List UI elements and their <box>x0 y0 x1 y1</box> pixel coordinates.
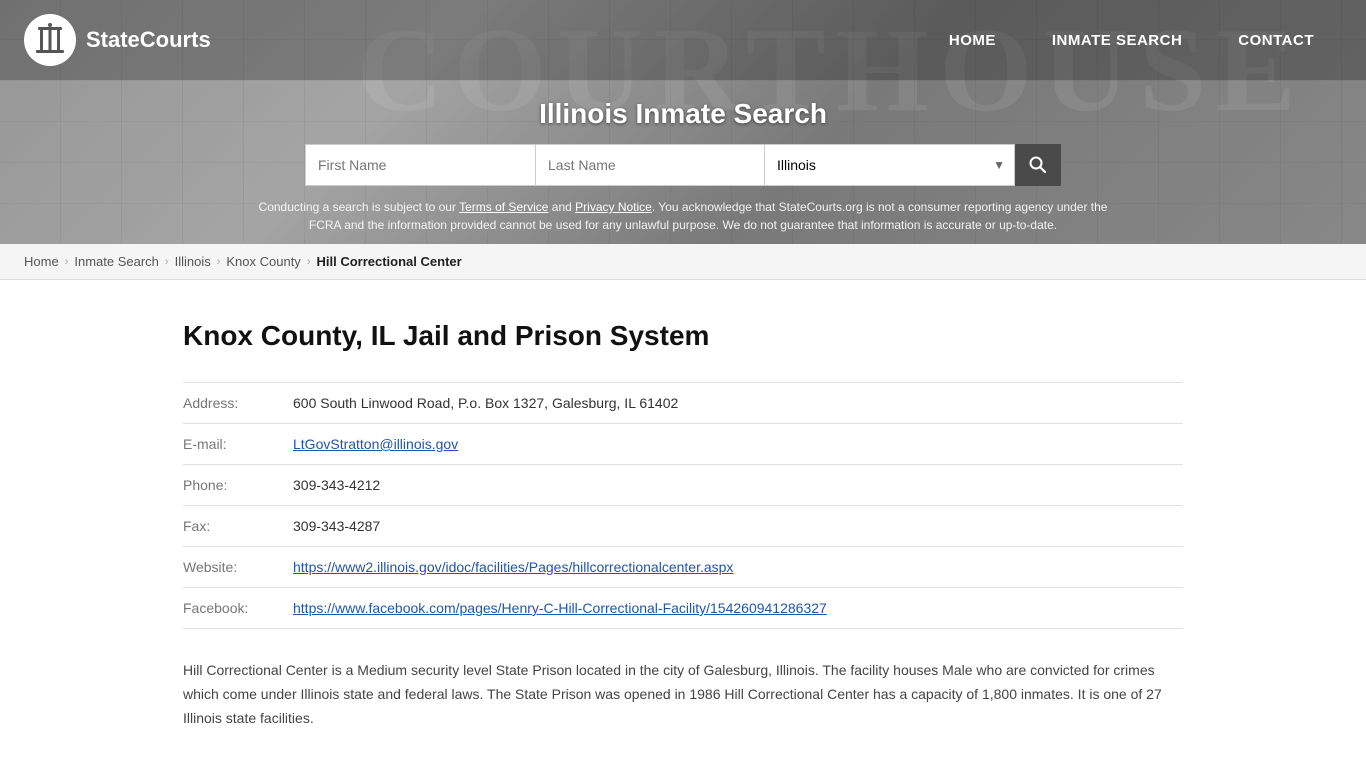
facility-description: Hill Correctional Center is a Medium sec… <box>183 659 1183 730</box>
fax-label: Fax: <box>183 506 293 547</box>
facility-info-table: Address: 600 South Linwood Road, P.o. Bo… <box>183 382 1183 629</box>
phone-label: Phone: <box>183 465 293 506</box>
state-select-wrap: Select State Alabama Alaska Arizona Arka… <box>765 144 1015 186</box>
breadcrumb-hill-correctional: Hill Correctional Center <box>316 254 461 269</box>
phone-row: Phone: 309-343-4212 <box>183 465 1183 506</box>
hero-section: COURTHOUSE StateCourts HOME INMATE SEARC… <box>0 0 1366 244</box>
first-name-input[interactable] <box>305 144 535 186</box>
breadcrumb-sep-3: › <box>217 256 221 268</box>
navbar: StateCourts HOME INMATE SEARCH CONTACT <box>0 0 1366 80</box>
nav-links: HOME INMATE SEARCH CONTACT <box>921 0 1342 80</box>
email-row: E-mail: LtGovStratton@illinois.gov <box>183 424 1183 465</box>
privacy-link[interactable]: Privacy Notice <box>575 200 652 214</box>
state-select[interactable]: Select State Alabama Alaska Arizona Arka… <box>765 144 1015 186</box>
breadcrumb-knox-county: Knox County <box>226 254 300 269</box>
facebook-value: https://www.facebook.com/pages/Henry-C-H… <box>293 588 1183 629</box>
disclaimer-text: Conducting a search is subject to our Te… <box>233 198 1133 234</box>
logo-text: StateCourts <box>86 27 211 53</box>
phone-value: 309-343-4212 <box>293 465 1183 506</box>
breadcrumb-sep-4: › <box>307 256 311 268</box>
breadcrumb-sep-1: › <box>65 256 69 268</box>
facebook-row: Facebook: https://www.facebook.com/pages… <box>183 588 1183 629</box>
breadcrumb-sep-2: › <box>165 256 169 268</box>
email-label: E-mail: <box>183 424 293 465</box>
website-value: https://www2.illinois.gov/idoc/facilitie… <box>293 547 1183 588</box>
fax-row: Fax: 309-343-4287 <box>183 506 1183 547</box>
breadcrumb-illinois: Illinois <box>175 254 211 269</box>
facebook-link[interactable]: https://www.facebook.com/pages/Henry-C-H… <box>293 600 827 616</box>
nav-inmate-search[interactable]: INMATE SEARCH <box>1024 0 1210 80</box>
email-value: LtGovStratton@illinois.gov <box>293 424 1183 465</box>
facility-title: Knox County, IL Jail and Prison System <box>183 320 1183 352</box>
breadcrumb-home: Home <box>24 254 59 269</box>
search-bar: Select State Alabama Alaska Arizona Arka… <box>0 144 1366 186</box>
logo-area: StateCourts <box>24 14 211 66</box>
breadcrumb-inmate-search: Inmate Search <box>74 254 159 269</box>
website-link[interactable]: https://www2.illinois.gov/idoc/facilitie… <box>293 559 733 575</box>
search-icon <box>1029 156 1047 174</box>
website-label: Website: <box>183 547 293 588</box>
nav-contact[interactable]: CONTACT <box>1210 0 1342 80</box>
logo-icon <box>24 14 76 66</box>
search-section: Illinois Inmate Search Select State Alab… <box>0 80 1366 244</box>
website-row: Website: https://www2.illinois.gov/idoc/… <box>183 547 1183 588</box>
breadcrumb: Home › Inmate Search › Illinois › Knox C… <box>0 244 1366 280</box>
address-row: Address: 600 South Linwood Road, P.o. Bo… <box>183 383 1183 424</box>
email-link[interactable]: LtGovStratton@illinois.gov <box>293 436 458 452</box>
address-label: Address: <box>183 383 293 424</box>
page-title: Illinois Inmate Search <box>0 98 1366 130</box>
facebook-label: Facebook: <box>183 588 293 629</box>
address-value: 600 South Linwood Road, P.o. Box 1327, G… <box>293 383 1183 424</box>
last-name-input[interactable] <box>535 144 765 186</box>
terms-link[interactable]: Terms of Service <box>459 200 548 214</box>
search-button[interactable] <box>1015 144 1061 186</box>
fax-value: 309-343-4287 <box>293 506 1183 547</box>
nav-home[interactable]: HOME <box>921 0 1024 80</box>
main-content: Knox County, IL Jail and Prison System A… <box>103 280 1263 782</box>
